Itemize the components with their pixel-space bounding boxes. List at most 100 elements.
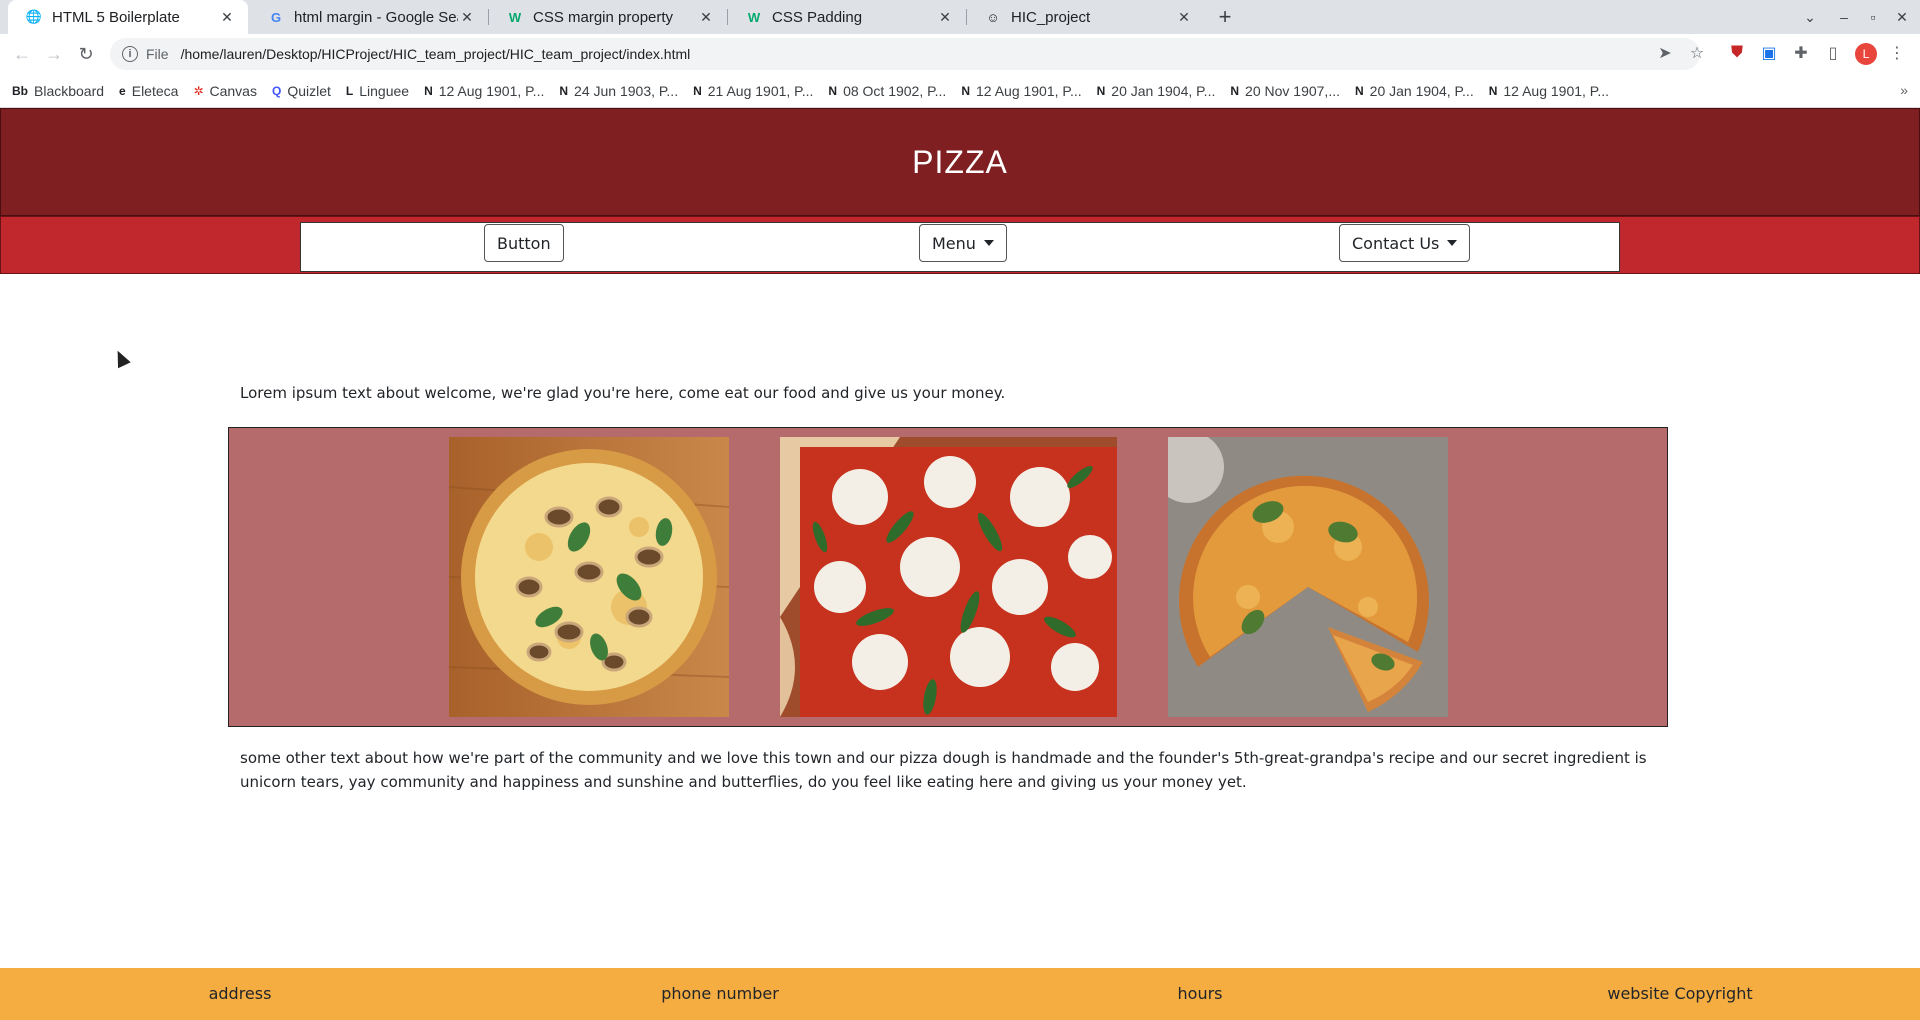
sliced-pizza-image xyxy=(1168,437,1448,717)
new-tab-button[interactable]: + xyxy=(1212,4,1238,30)
bookmark-newspaper[interactable]: N 08 Oct 1902, P... xyxy=(828,83,946,99)
site-header: PIZZA xyxy=(0,108,1920,216)
browser-toolbar: ← → ↻ i File /home/lauren/Desktop/HICPro… xyxy=(0,34,1920,74)
quizlet-icon: Q xyxy=(271,83,282,98)
tab-title: HIC_project xyxy=(1011,8,1091,26)
bookmark-blackboard[interactable]: Bb Blackboard xyxy=(12,83,104,99)
site-title: PIZZA xyxy=(912,143,1008,180)
menu-label: Menu xyxy=(932,233,976,253)
bookmark-newspaper[interactable]: N 20 Nov 1907,... xyxy=(1230,83,1340,99)
bookmark-newspaper[interactable]: N 12 Aug 1901, P... xyxy=(1489,83,1609,99)
nav-button-label: Button xyxy=(497,233,551,253)
bookmark-label: 20 Jan 1904, P... xyxy=(1369,82,1474,99)
mushroom-pizza-image xyxy=(449,437,729,717)
bookmark-label: 08 Oct 1902, P... xyxy=(843,82,947,99)
footer-address: address xyxy=(208,984,272,1003)
bookmark-label: 21 Aug 1901, P... xyxy=(707,82,814,99)
bookmark-newspaper[interactable]: N 24 Jun 1903, P... xyxy=(559,83,678,99)
close-icon[interactable]: ✕ xyxy=(936,9,954,26)
close-icon[interactable]: ✕ xyxy=(697,9,715,26)
bookmark-label: 20 Jan 1904, P... xyxy=(1111,82,1216,99)
tab-title: CSS margin property xyxy=(533,8,674,26)
address-bar[interactable]: i File /home/lauren/Desktop/HICProject/H… xyxy=(110,38,1700,70)
bookmark-label: 12 Aug 1901, P... xyxy=(1503,82,1610,99)
caret-down-icon xyxy=(983,240,994,246)
forward-arrow-icon[interactable]: → xyxy=(40,40,68,68)
newspapers-icon: N xyxy=(828,83,838,98)
bookmark-label: Canvas xyxy=(209,82,257,99)
community-text: some other text about how we're part of … xyxy=(240,749,1647,791)
side-panel-icon[interactable]: ▯ xyxy=(1822,42,1844,64)
caret-down-icon xyxy=(1447,240,1458,246)
star-icon[interactable]: ☆ xyxy=(1686,42,1708,64)
tab-html-margin-search[interactable]: G html margin - Google Search ✕ xyxy=(250,0,488,34)
site-footer: address phone number hours website Copyr… xyxy=(0,968,1920,1020)
canvas-icon: ✲ xyxy=(193,83,204,98)
bookmark-quizlet[interactable]: Q Quizlet xyxy=(272,83,331,99)
bookmarks-bar: Bb Blackboard e Eleteca ✲ Canvas Q Quizlet L… xyxy=(0,74,1920,108)
bookmark-linguee[interactable]: L Linguee xyxy=(346,83,409,99)
info-icon[interactable]: i xyxy=(122,46,138,62)
send-icon[interactable]: ➤ xyxy=(1654,42,1676,64)
bookmark-newspaper[interactable]: N 12 Aug 1901, P... xyxy=(961,83,1081,99)
tab-css-margin[interactable]: W CSS margin property ✕ xyxy=(489,0,727,34)
tab-title: html margin - Google Search xyxy=(294,8,458,26)
bookmark-eleteca[interactable]: e Eleteca xyxy=(119,83,178,99)
tab-css-padding[interactable]: W CSS Padding ✕ xyxy=(728,0,966,34)
extension-blue-icon[interactable]: ▣ xyxy=(1758,42,1780,64)
google-icon: G xyxy=(270,9,282,25)
tab-title: CSS Padding xyxy=(772,8,863,26)
close-icon[interactable]: ✕ xyxy=(458,9,476,26)
footer-phone: phone number xyxy=(661,984,779,1003)
url-text[interactable]: /home/lauren/Desktop/HICProject/HIC_team… xyxy=(181,46,691,62)
smiley-icon: ☺ xyxy=(986,9,1000,25)
bookmark-label: Blackboard xyxy=(34,82,105,99)
bookmark-label: 12 Aug 1901, P... xyxy=(438,82,545,99)
url-scheme: File xyxy=(146,46,169,62)
bookmark-canvas[interactable]: ✲ Canvas xyxy=(193,83,257,99)
newspapers-icon: N xyxy=(693,83,702,98)
close-icon[interactable]: ✕ xyxy=(1175,9,1193,26)
shield-extension-icon[interactable]: ⛊ xyxy=(1726,42,1748,64)
linguee-icon: L xyxy=(345,83,354,98)
more-bookmarks-icon[interactable]: » xyxy=(1900,82,1908,98)
eleteca-icon: e xyxy=(119,83,126,98)
window-close-icon[interactable]: ✕ xyxy=(1885,0,1919,34)
newspapers-icon: N xyxy=(1096,83,1106,98)
bookmark-newspaper[interactable]: N 20 Jan 1904, P... xyxy=(1097,83,1216,99)
newspapers-icon: N xyxy=(1488,83,1498,98)
bookmark-newspaper[interactable]: N 20 Jan 1904, P... xyxy=(1355,83,1474,99)
bookmark-label: Eleteca xyxy=(131,82,179,99)
contact-label: Contact Us xyxy=(1352,233,1440,253)
kebab-menu-icon[interactable]: ⋮ xyxy=(1886,42,1908,64)
w3schools-icon: W xyxy=(508,9,522,25)
margherita-pizza-image xyxy=(780,437,1117,717)
blackboard-icon: Bb xyxy=(12,83,28,98)
footer-hours: hours xyxy=(1177,984,1223,1003)
close-icon[interactable]: ✕ xyxy=(218,9,236,26)
menu-dropdown-button[interactable]: Menu xyxy=(919,224,1007,262)
bookmark-newspaper[interactable]: N 21 Aug 1901, P... xyxy=(693,83,813,99)
newspapers-icon: N xyxy=(424,83,433,98)
profile-avatar[interactable]: L xyxy=(1855,43,1877,65)
intro-text: Lorem ipsum text about welcome, we're gl… xyxy=(240,384,1006,402)
newspapers-icon: N xyxy=(559,83,569,98)
newspapers-icon: N xyxy=(1230,83,1240,98)
tab-search-chevron-icon[interactable]: ⌄ xyxy=(1793,0,1827,34)
reload-icon[interactable]: ↻ xyxy=(72,40,100,68)
footer-copyright: website Copyright xyxy=(1607,984,1753,1003)
bookmark-label: Linguee xyxy=(359,82,410,99)
tab-hic-project[interactable]: ☺ HIC_project ✕ xyxy=(967,0,1205,34)
bookmark-newspaper[interactable]: N 12 Aug 1901, P... xyxy=(424,83,544,99)
puzzle-icon[interactable]: ✚ xyxy=(1790,42,1812,64)
contact-dropdown-button[interactable]: Contact Us xyxy=(1339,224,1471,262)
bookmark-label: 20 Nov 1907,... xyxy=(1245,82,1340,99)
tab-strip: 🌐 HTML 5 Boilerplate ✕ G html margin - G… xyxy=(0,0,1920,34)
back-arrow-icon[interactable]: ← xyxy=(8,40,36,68)
w3schools-icon: W xyxy=(747,9,761,25)
nav-button[interactable]: Button xyxy=(484,224,564,262)
bookmark-label: Quizlet xyxy=(287,82,331,99)
tab-html5-boilerplate[interactable]: 🌐 HTML 5 Boilerplate ✕ xyxy=(8,0,248,34)
tab-title: HTML 5 Boilerplate xyxy=(52,8,180,26)
pizza-gallery xyxy=(228,427,1668,727)
